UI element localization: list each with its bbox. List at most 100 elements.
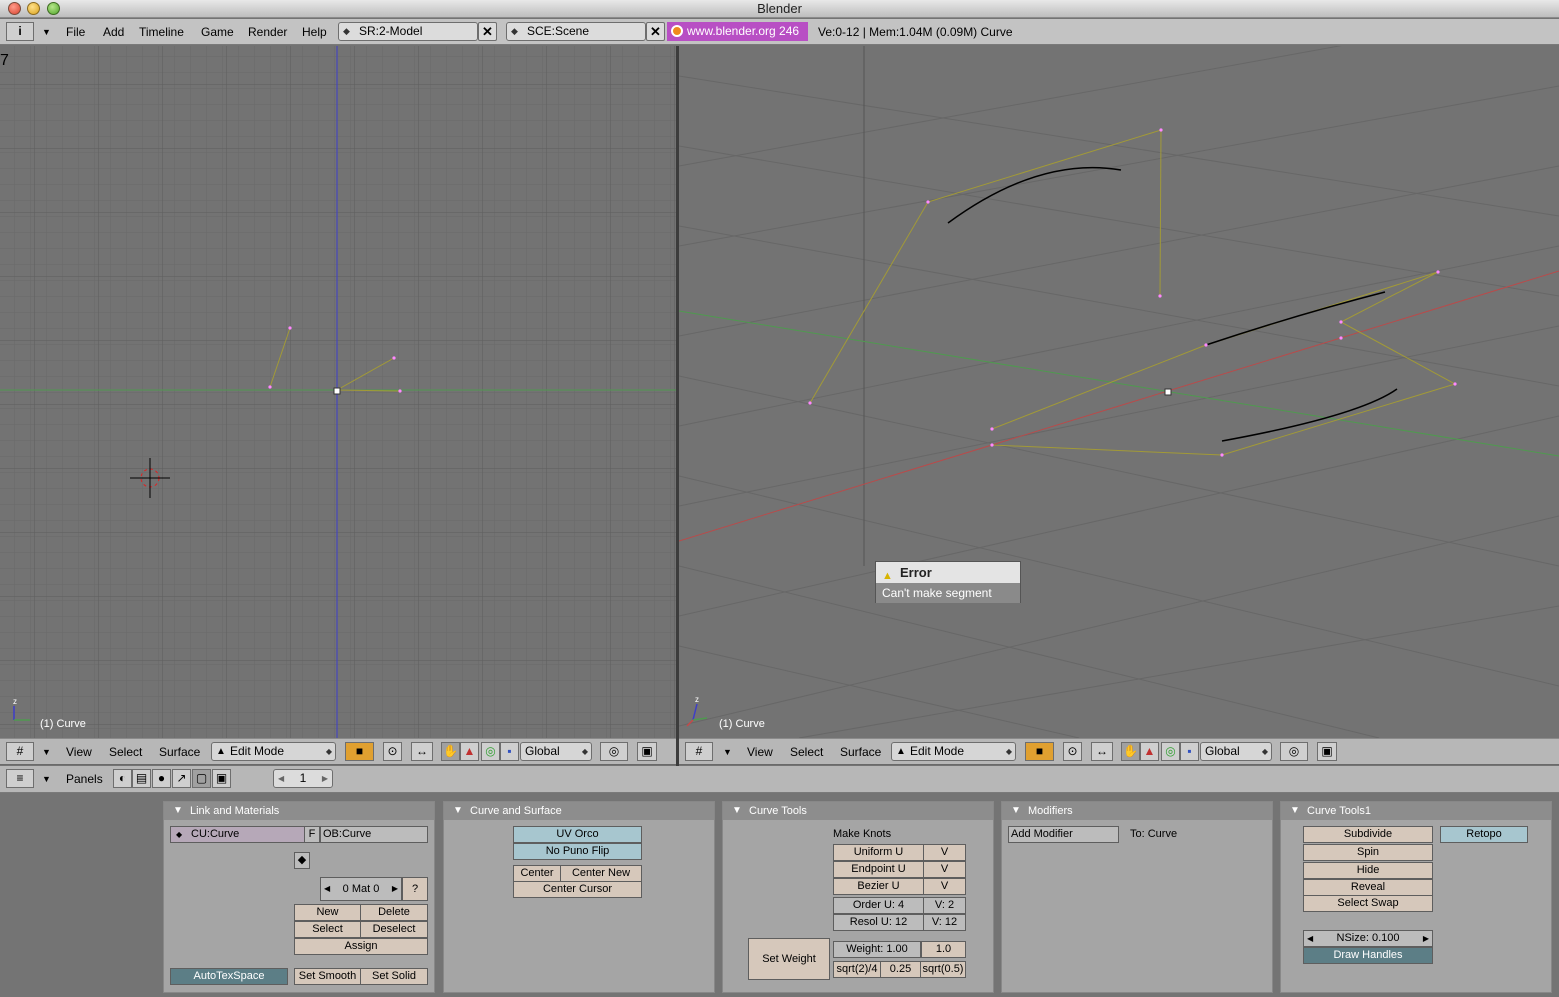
manipulator-icon[interactable]: ↔ xyxy=(411,742,433,761)
orientation-selector[interactable]: Global ◆ xyxy=(1200,742,1272,761)
resol-v-field[interactable]: V: 12 xyxy=(923,914,966,931)
orientation-selector[interactable]: Global ◆ xyxy=(520,742,592,761)
info-window-type-icon[interactable]: i xyxy=(6,22,34,41)
draw-type-icon[interactable]: ■ xyxy=(1025,742,1054,761)
material-help-button[interactable]: ? xyxy=(402,877,428,901)
subdivide-button[interactable]: Subdivide xyxy=(1303,826,1433,843)
script-context-icon[interactable]: ▤ xyxy=(132,769,151,788)
autotexspace-toggle[interactable]: AutoTexSpace xyxy=(170,968,288,985)
order-u-field[interactable]: Order U: 4 xyxy=(833,897,924,914)
uniform-u-button[interactable]: Uniform U xyxy=(833,844,924,861)
proportional-edit-icon[interactable]: ◎ xyxy=(600,742,628,761)
collapse-triangle-icon[interactable]: ▼ xyxy=(173,802,183,820)
scene-context-icon[interactable]: ▣ xyxy=(212,769,231,788)
menu-collapse-icon[interactable]: ▼ xyxy=(723,744,732,760)
weight-sqrt2-4-button[interactable]: sqrt(2)/4 xyxy=(833,961,881,978)
center-button[interactable]: Center xyxy=(513,865,561,882)
set-smooth-button[interactable]: Set Smooth xyxy=(294,968,361,985)
mode-selector[interactable]: ▲ Edit Mode ◆ xyxy=(891,742,1016,761)
order-v-field[interactable]: V: 2 xyxy=(923,897,966,914)
material-new-button[interactable]: New xyxy=(294,904,361,921)
rotate-icon[interactable]: ◎ xyxy=(481,742,500,761)
menu-add[interactable]: Add xyxy=(103,23,124,41)
material-deselect-button[interactable]: Deselect xyxy=(360,921,428,938)
menu-file[interactable]: File xyxy=(66,23,85,41)
viewport-top-ortho[interactable]: z 7 (1) Curve xyxy=(0,46,676,738)
object-origin[interactable] xyxy=(1164,388,1172,396)
menu-game[interactable]: Game xyxy=(201,23,234,41)
set-weight-button[interactable]: Set Weight xyxy=(748,938,830,980)
menu-collapse-icon[interactable]: ▼ xyxy=(42,771,51,787)
panel-header[interactable]: ▼ Curve Tools1 xyxy=(1281,802,1551,820)
center-new-button[interactable]: Center New xyxy=(560,865,642,882)
collapse-triangle-icon[interactable]: ▼ xyxy=(453,802,463,820)
rotate-icon[interactable]: ◎ xyxy=(1161,742,1180,761)
material-delete-button[interactable]: Delete xyxy=(360,904,428,921)
left-arrow-icon[interactable]: ◀ xyxy=(278,770,284,787)
panel-header[interactable]: ▼ Curve and Surface xyxy=(444,802,714,820)
translate-icon[interactable]: ▲ xyxy=(1140,742,1159,761)
draw-handles-toggle[interactable]: Draw Handles xyxy=(1303,947,1433,964)
weight-field[interactable]: Weight: 1.00 xyxy=(833,941,921,958)
delete-scene-button[interactable]: ✕ xyxy=(646,22,665,41)
close-window-button[interactable] xyxy=(8,2,21,15)
right-arrow-icon[interactable]: ▶ xyxy=(392,878,398,900)
pivot-icon[interactable]: ⊙ xyxy=(383,742,402,761)
curve-datablock-field[interactable]: ◆ CU:Curve xyxy=(170,826,306,843)
left-viewport-canvas[interactable]: z xyxy=(0,46,676,738)
panel-header[interactable]: ▼ Modifiers xyxy=(1002,802,1272,820)
bezier-u-button[interactable]: Bezier U xyxy=(833,878,924,895)
grid-window-type-icon[interactable]: # xyxy=(6,742,34,761)
control-point[interactable] xyxy=(268,385,272,389)
blender-website-link[interactable]: www.blender.org 246 xyxy=(667,22,808,41)
retopo-toggle[interactable]: Retopo xyxy=(1440,826,1528,843)
control-point[interactable] xyxy=(392,356,396,360)
left-arrow-icon[interactable]: ◀ xyxy=(324,878,330,900)
nsize-field[interactable]: ◀ NSize: 0.100 ▶ xyxy=(1303,930,1433,947)
panel-header[interactable]: ▼ Link and Materials xyxy=(164,802,434,820)
collapse-triangle-icon[interactable]: ▼ xyxy=(1290,802,1300,820)
collapse-triangle-icon[interactable]: ▼ xyxy=(1011,802,1021,820)
weight-sqrt05-button[interactable]: sqrt(0.5) xyxy=(920,961,966,978)
zoom-window-button[interactable] xyxy=(47,2,60,15)
menu-surface[interactable]: Surface xyxy=(840,744,881,760)
control-point[interactable] xyxy=(288,326,292,330)
object-context-icon[interactable]: ↗ xyxy=(172,769,191,788)
spin-button[interactable]: Spin xyxy=(1303,844,1433,861)
collapse-triangle-icon[interactable]: ▼ xyxy=(732,802,742,820)
render-icon[interactable]: ▣ xyxy=(637,742,657,761)
mode-selector[interactable]: ▲ Edit Mode ◆ xyxy=(211,742,336,761)
menu-render[interactable]: Render xyxy=(248,23,287,41)
logic-context-icon[interactable]: ◐ xyxy=(113,769,132,788)
select-swap-button[interactable]: Select Swap xyxy=(1303,895,1433,912)
delete-screen-button[interactable]: ✕ xyxy=(478,22,497,41)
object-name-field[interactable]: OB:Curve xyxy=(320,826,428,843)
pivot-icon[interactable]: ⊙ xyxy=(1063,742,1082,761)
hide-button[interactable]: Hide xyxy=(1303,862,1433,879)
error-popup[interactable]: ▲ Error Can't make segment xyxy=(875,561,1021,603)
bezier-v-button[interactable]: V xyxy=(923,878,966,895)
object-origin[interactable] xyxy=(333,387,341,395)
manipulator-icon[interactable]: ↔ xyxy=(1091,742,1113,761)
buttons-window-type-icon[interactable]: ≡ xyxy=(6,769,34,788)
minimize-window-button[interactable] xyxy=(27,2,40,15)
editing-context-icon[interactable]: ▢ xyxy=(192,769,211,788)
resol-u-field[interactable]: Resol U: 12 xyxy=(833,914,924,931)
control-point[interactable] xyxy=(398,389,402,393)
left-arrow-icon[interactable]: ◀ xyxy=(1307,931,1313,946)
scale-icon[interactable]: ▪ xyxy=(1180,742,1199,761)
frame-number-field[interactable]: ◀ 1 ▶ xyxy=(273,769,333,788)
panel-header[interactable]: ▼ Curve Tools xyxy=(723,802,993,820)
translate-icon[interactable]: ▲ xyxy=(460,742,479,761)
material-assign-button[interactable]: Assign xyxy=(294,938,428,955)
shading-context-icon[interactable]: ● xyxy=(152,769,171,788)
menu-collapse-icon[interactable]: ▼ xyxy=(42,23,51,41)
menu-timeline[interactable]: Timeline xyxy=(139,23,184,41)
material-index-field[interactable]: ◀ 0 Mat 0 ▶ xyxy=(320,877,402,901)
right-arrow-icon[interactable]: ▶ xyxy=(322,770,328,787)
endpoint-v-button[interactable]: V xyxy=(923,861,966,878)
fake-user-button[interactable]: F xyxy=(304,826,320,843)
hand-icon[interactable]: ✋ xyxy=(1121,742,1140,761)
set-solid-button[interactable]: Set Solid xyxy=(360,968,428,985)
uniform-v-button[interactable]: V xyxy=(923,844,966,861)
